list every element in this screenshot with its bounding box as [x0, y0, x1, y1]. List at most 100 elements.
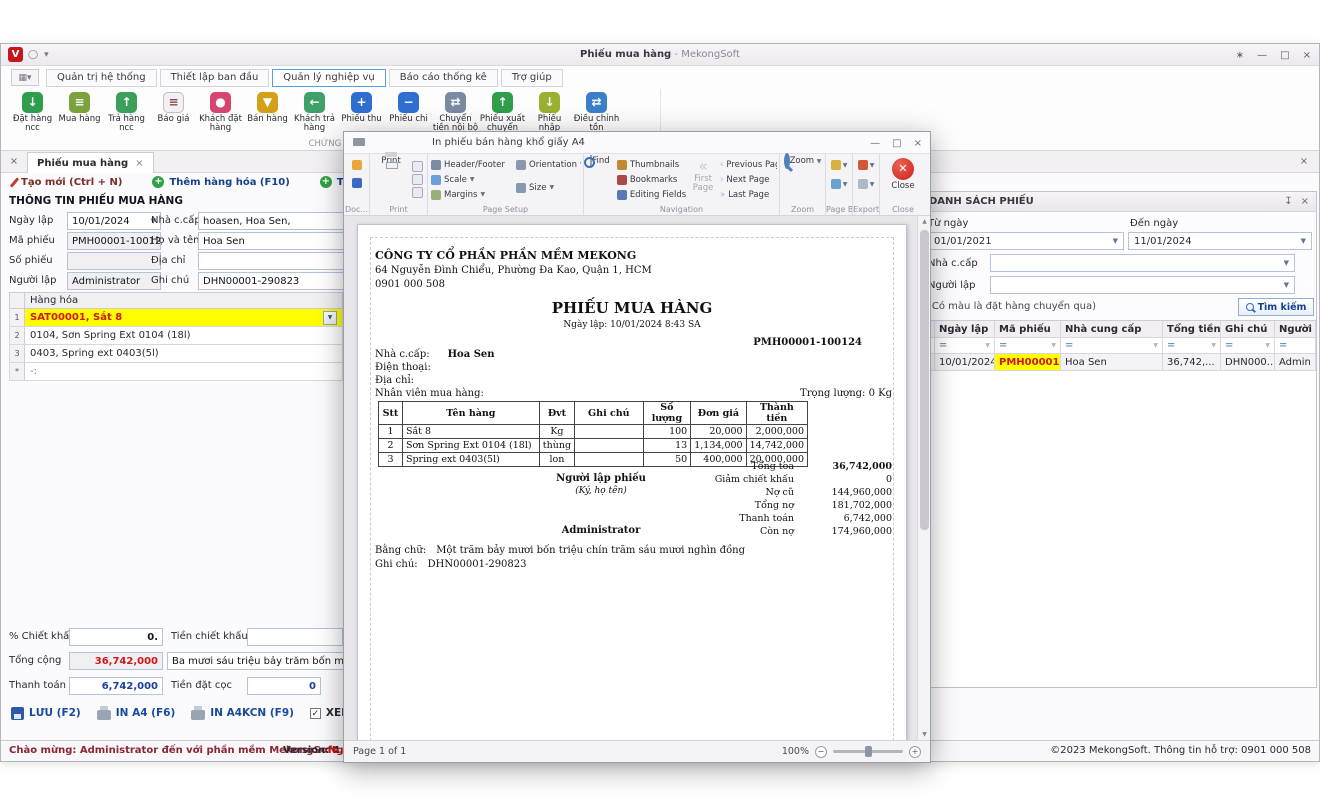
ribbon-menu-icon[interactable]: ▦▾	[11, 69, 39, 86]
col-nguoi[interactable]: Người	[1275, 321, 1316, 337]
tool-bao-gia[interactable]: ≡Báo giá	[150, 91, 197, 124]
print-options-icon[interactable]	[412, 174, 423, 185]
window-pin-button[interactable]: ∗	[1236, 50, 1244, 61]
open-document-icon[interactable]	[352, 160, 362, 170]
grid-row-selected[interactable]: 1 SAT00001, Sắt 8▼	[9, 309, 343, 327]
tab-close-icon[interactable]: ×	[135, 158, 143, 169]
bookmarks-button[interactable]: Bookmarks	[616, 172, 687, 187]
dat-coc-input[interactable]: 0	[247, 677, 321, 695]
zoom-in-button[interactable]: +	[909, 746, 921, 758]
print-a4kcn-button[interactable]: IN A4KCN (F9)	[191, 707, 294, 720]
chevron-down-icon[interactable]: ▼	[1284, 259, 1289, 267]
grid-combo-button[interactable]: ▼	[323, 311, 337, 325]
tabbar-close-left-button[interactable]: ×	[7, 155, 21, 169]
filter-cell[interactable]: =	[1275, 338, 1316, 353]
editing-fields-button[interactable]: Editing Fields	[616, 187, 687, 202]
tien-ck-input[interactable]	[247, 628, 343, 646]
filter-funnel-icon[interactable]: ▼	[1211, 342, 1216, 349]
close-preview-button[interactable]: ✕Close	[891, 157, 914, 191]
zoom-out-button[interactable]: −	[815, 746, 827, 758]
filter-cell[interactable]: =▼	[1221, 338, 1275, 353]
filter-cell[interactable]: =▼	[995, 338, 1061, 353]
grid-row[interactable]: 3 0403, Spring ext 0403(5l)	[9, 345, 343, 363]
chevron-down-icon[interactable]: ▼	[1113, 237, 1118, 245]
ribbon-tab-tro-giup[interactable]: Trợ giúp	[501, 69, 563, 87]
filter-funnel-icon[interactable]: ▼	[1265, 342, 1270, 349]
size-button[interactable]: Size▼	[515, 180, 581, 195]
zoom-slider-thumb[interactable]	[865, 746, 872, 757]
zoom-button[interactable]: Zoom ▼	[783, 157, 823, 166]
filter-funnel-icon[interactable]: ▼	[1051, 342, 1056, 349]
tool-chuyen-tien-noi-bo[interactable]: ⇄Chuyển tiền nội bộ	[432, 91, 479, 134]
send-email-button[interactable]: ▼	[858, 179, 875, 189]
panel-nha-ccap-combo[interactable]: ▼	[990, 254, 1295, 272]
ribbon-tab-thiet-lap-ban-dau[interactable]: Thiết lập ban đầu	[160, 69, 270, 87]
search-button[interactable]: Tìm kiếm	[1238, 298, 1314, 316]
window-maximize-button[interactable]: □	[1280, 50, 1289, 61]
grid-row[interactable]: 2 0104, Sơn Spring Ext 0104 (18l)	[9, 327, 343, 345]
zoom-slider[interactable]	[833, 750, 903, 753]
page-color-button[interactable]: ▼	[831, 160, 848, 170]
tool-phieu-thu[interactable]: +Phiếu thu	[338, 91, 385, 124]
col-ghi-chu[interactable]: Ghi chú	[1221, 321, 1275, 337]
previous-page-button[interactable]: ‹Previous Page	[719, 157, 777, 172]
create-new-button[interactable]: Tạo mới (Ctrl + N)	[13, 177, 122, 188]
tool-dat-hang-ncc[interactable]: ↓Đặt hàng ncc	[9, 91, 56, 134]
watermark-button[interactable]: ▼	[831, 179, 848, 189]
panel-nguoi-lap-combo[interactable]: ▼	[990, 276, 1295, 294]
thumbnails-button[interactable]: Thumbnails	[616, 157, 687, 172]
voucher-row[interactable]: ▸ 10/01/2024 PMH00001-... Hoa Sen 36,742…	[922, 354, 1316, 371]
last-page-button[interactable]: »Last Page	[719, 187, 777, 202]
dialog-minimize-button[interactable]: —	[870, 138, 880, 149]
header-footer-button[interactable]: Header/Footer	[430, 157, 513, 172]
col-ngay-lap[interactable]: Ngày lập	[935, 321, 995, 337]
scroll-up-icon[interactable]: ▲	[918, 218, 930, 225]
ngay-lap-input[interactable]: 10/01/2024▼	[67, 212, 161, 230]
print-settings-icon[interactable]	[412, 187, 423, 198]
find-button[interactable]: Find	[586, 157, 614, 166]
tool-khach-dat-hang[interactable]: ●Khách đặt hàng	[197, 91, 244, 134]
checkbox-checked-icon[interactable]: ✓	[310, 708, 321, 719]
ribbon-tab-quan-ly-nghiep-vu[interactable]: Quản lý nghiệp vụ	[272, 69, 385, 87]
tool-khach-tra-hang[interactable]: ←Khách trả hàng	[291, 91, 338, 134]
first-page-button[interactable]: «First Page	[689, 157, 717, 194]
tool-ban-hang[interactable]: ▼Bán hàng	[244, 91, 291, 124]
preview-scrollbar[interactable]: ▲ ▼	[917, 216, 930, 740]
pin-icon[interactable]: ↧	[1284, 196, 1292, 207]
nguoi-lap-input[interactable]: Administrator	[67, 272, 161, 290]
dialog-maximize-button[interactable]: □	[892, 138, 901, 149]
margins-button[interactable]: Margins▼	[430, 187, 513, 202]
print-button[interactable]: Print	[372, 157, 410, 166]
scroll-down-icon[interactable]: ▼	[918, 731, 930, 738]
add-item-button[interactable]: +Thêm hàng hóa (F10)	[152, 176, 289, 188]
ma-phieu-input[interactable]: PMH00001-100124	[67, 232, 161, 250]
filter-funnel-icon[interactable]: ▼	[985, 342, 990, 349]
grid-column-hang-hoa[interactable]: Hàng hóa	[25, 293, 342, 308]
col-ma-phieu[interactable]: Mã phiếu	[995, 321, 1061, 337]
tool-phieu-chi[interactable]: −Phiếu chi	[385, 91, 432, 124]
chiet-khau-input[interactable]: 0.	[69, 628, 163, 646]
scale-button[interactable]: Scale▼	[430, 172, 513, 187]
tool-tra-hang-ncc[interactable]: ↑Trả hàng ncc	[103, 91, 150, 134]
window-close-button[interactable]: ×	[1303, 50, 1311, 61]
filter-cell[interactable]: =▼	[935, 338, 995, 353]
tab-phieu-mua-hang[interactable]: Phiếu mua hàng×	[27, 152, 154, 173]
filter-funnel-icon[interactable]: ▼	[1153, 342, 1158, 349]
ribbon-tab-quan-tri-he-thong[interactable]: Quản trị hệ thống	[46, 69, 157, 87]
tool-dieu-chinh-ton[interactable]: ⇄Điều chỉnh tồn	[573, 91, 620, 134]
tabbar-close-right-button[interactable]: ×	[1297, 155, 1311, 169]
dialog-close-button[interactable]: ×	[914, 138, 922, 149]
grid-new-row[interactable]: * -:	[9, 363, 343, 381]
chevron-down-icon[interactable]: ▼	[1284, 281, 1289, 289]
filter-cell[interactable]: =▼	[1061, 338, 1163, 353]
tu-ngay-input[interactable]: 01/01/2021▼	[928, 232, 1124, 250]
ribbon-tab-bao-cao-thong-ke[interactable]: Báo cáo thống kê	[389, 69, 498, 87]
orientation-button[interactable]: Orientation▼	[515, 157, 581, 172]
next-page-button[interactable]: ›Next Page	[719, 172, 777, 187]
col-tong-tien[interactable]: Tổng tiền	[1163, 321, 1221, 337]
save-button[interactable]: LƯU (F2)	[11, 707, 81, 720]
quick-print-icon[interactable]	[412, 161, 423, 172]
print-a4-button[interactable]: IN A4 (F6)	[97, 707, 176, 720]
scrollbar-thumb[interactable]	[920, 230, 929, 530]
quick-access-circle-icon[interactable]: ◯	[28, 50, 38, 60]
